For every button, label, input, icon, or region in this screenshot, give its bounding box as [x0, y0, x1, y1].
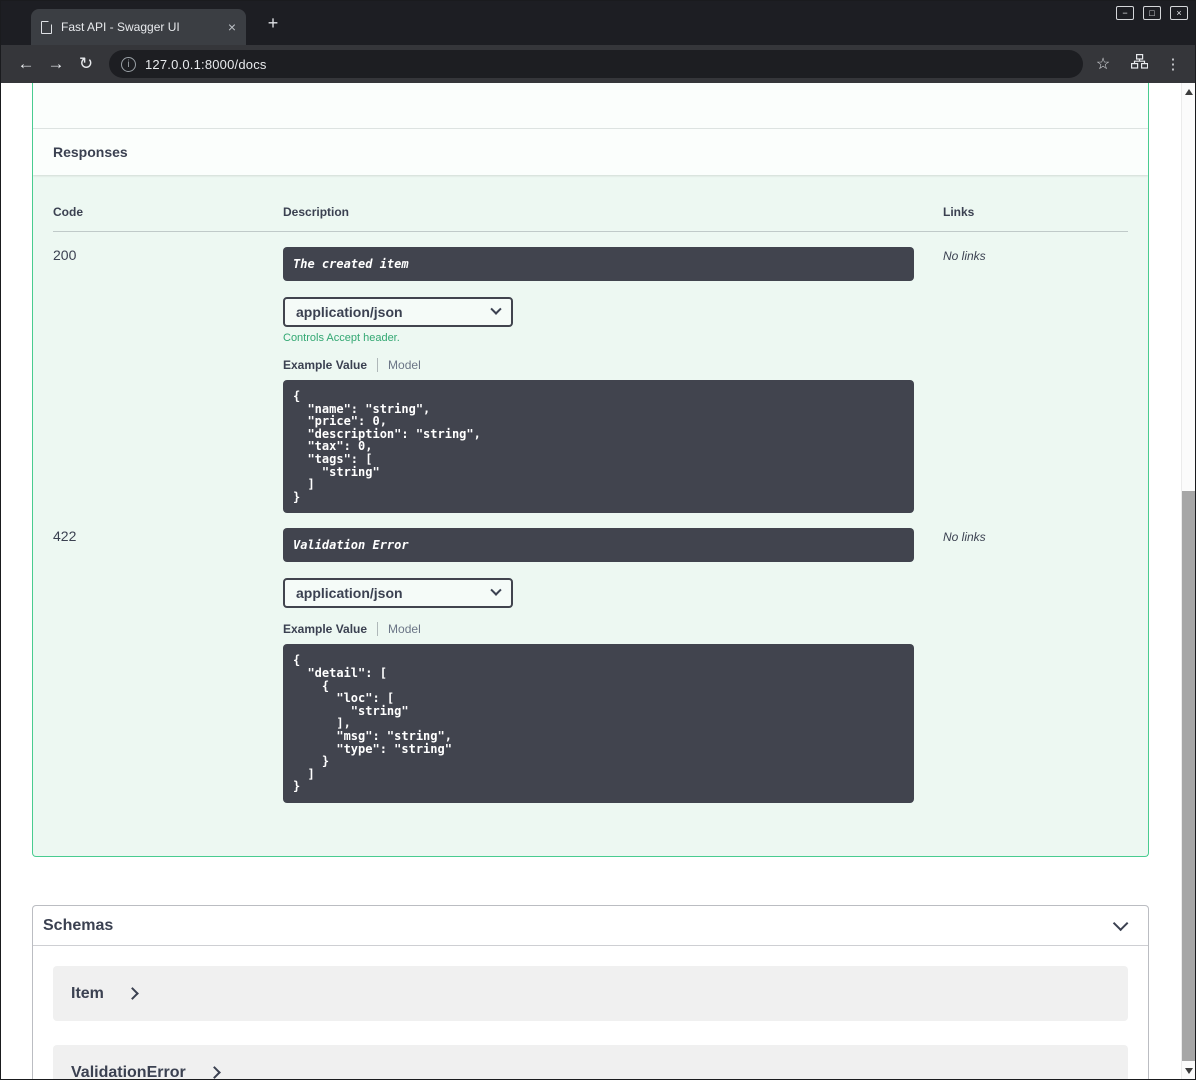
response-row-422: 422 Validation Error application/json Ex…: [53, 513, 1128, 803]
page-favicon-icon: [41, 20, 52, 34]
window-controls: − □ ×: [1116, 6, 1188, 20]
response-description: The created item: [283, 247, 914, 281]
chevron-right-icon: [207, 1066, 221, 1079]
example-tabs: Example Value Model: [283, 622, 943, 637]
model-validationerror[interactable]: ValidationError: [53, 1045, 1128, 1079]
back-button[interactable]: ←: [11, 49, 41, 79]
schemas-section: Schemas Item ValidationError: [32, 905, 1149, 1079]
column-header-code: Code: [53, 205, 83, 219]
model-name: Item: [71, 984, 104, 1002]
column-header-description: Description: [283, 205, 350, 219]
bookmark-star-icon[interactable]: ☆: [1091, 54, 1115, 74]
reload-button[interactable]: ↻: [71, 49, 101, 79]
forward-button[interactable]: →: [41, 49, 71, 79]
tab-model[interactable]: Model: [388, 622, 421, 636]
media-type-value: application/json: [296, 304, 403, 320]
response-description-cell: The created item application/json Contro…: [283, 247, 943, 514]
schemas-title: Schemas: [43, 916, 114, 934]
tab-separator: [377, 358, 379, 372]
model-name: ValidationError: [71, 1063, 186, 1080]
maximize-button[interactable]: □: [1143, 6, 1161, 20]
chevron-down-icon[interactable]: [1112, 915, 1129, 932]
minimize-button[interactable]: −: [1116, 6, 1134, 20]
response-description-cell: Validation Error application/json Exampl…: [283, 528, 943, 803]
url-text: 127.0.0.1:8000/docs: [145, 56, 267, 72]
response-code: 200: [53, 247, 77, 263]
responses-title: Responses: [53, 144, 128, 160]
scrollbar-thumb[interactable]: [1182, 491, 1195, 1061]
no-links-text: No links: [943, 249, 986, 263]
address-bar[interactable]: i 127.0.0.1:8000/docs: [109, 50, 1083, 78]
site-info-icon[interactable]: i: [121, 56, 136, 72]
vertical-scrollbar[interactable]: [1181, 83, 1195, 1079]
page-viewport: Responses Code Description Links 200 The…: [1, 83, 1195, 1079]
controls-accept-note: Controls Accept header.: [283, 332, 400, 344]
example-json-block: { "detail": [ { "loc": [ "string" ], "ms…: [283, 644, 914, 803]
opblock-body-strip: [33, 83, 1148, 129]
chevron-down-icon: [490, 584, 502, 597]
sitemap-icon[interactable]: [1127, 54, 1151, 74]
browser-tab[interactable]: Fast API - Swagger UI ×: [31, 9, 246, 45]
tab-separator: [377, 622, 379, 637]
schemas-body: Item ValidationError: [33, 946, 1148, 1079]
browser-titlebar: Fast API - Swagger UI × + − □ ×: [1, 1, 1195, 45]
tab-example-value[interactable]: Example Value: [283, 358, 367, 372]
browser-window: Fast API - Swagger UI × + − □ × ← → ↻ i …: [0, 0, 1196, 1080]
no-links-text: No links: [943, 530, 986, 545]
arrow-down-icon: [1185, 1068, 1193, 1074]
response-links-cell: No links: [943, 247, 1128, 513]
browser-menu-icon[interactable]: ⋮: [1163, 55, 1183, 73]
scroll-up-button[interactable]: [1182, 84, 1195, 99]
tab-model[interactable]: Model: [388, 358, 421, 372]
arrow-up-icon: [1185, 89, 1193, 95]
media-type-select[interactable]: application/json: [283, 578, 513, 609]
response-description: Validation Error: [283, 528, 914, 563]
response-row-200: 200 The created item application/json Co…: [53, 232, 1128, 514]
example-tabs: Example Value Model: [283, 358, 943, 372]
response-code: 422: [53, 528, 77, 545]
responses-header: Responses: [33, 129, 1148, 175]
close-tab-icon[interactable]: ×: [228, 19, 236, 35]
responses-table: Code Description Links 200 The created i…: [33, 175, 1148, 823]
column-header-links: Links: [943, 205, 975, 219]
media-type-select[interactable]: application/json: [283, 297, 513, 327]
opblock-responses-section: Responses Code Description Links 200 The…: [32, 83, 1149, 857]
chevron-right-icon: [126, 987, 139, 1000]
response-links-cell: No links: [943, 528, 1128, 803]
responses-table-head: Code Description Links: [53, 205, 1128, 232]
close-window-button[interactable]: ×: [1170, 6, 1188, 20]
chevron-down-icon: [490, 303, 502, 315]
navbar-actions: ☆ ⋮: [1091, 54, 1185, 74]
schemas-header[interactable]: Schemas: [33, 906, 1148, 946]
scroll-down-button[interactable]: [1182, 1063, 1195, 1078]
tab-example-value[interactable]: Example Value: [283, 622, 367, 636]
swagger-page: Responses Code Description Links 200 The…: [1, 83, 1181, 1079]
model-item[interactable]: Item: [53, 966, 1128, 1021]
tab-title: Fast API - Swagger UI: [61, 20, 180, 34]
browser-navbar: ← → ↻ i 127.0.0.1:8000/docs ☆ ⋮: [1, 45, 1195, 83]
media-type-value: application/json: [296, 585, 403, 602]
new-tab-button[interactable]: +: [261, 11, 285, 35]
example-json-block: { "name": "string", "price": 0, "descrip…: [283, 380, 914, 514]
